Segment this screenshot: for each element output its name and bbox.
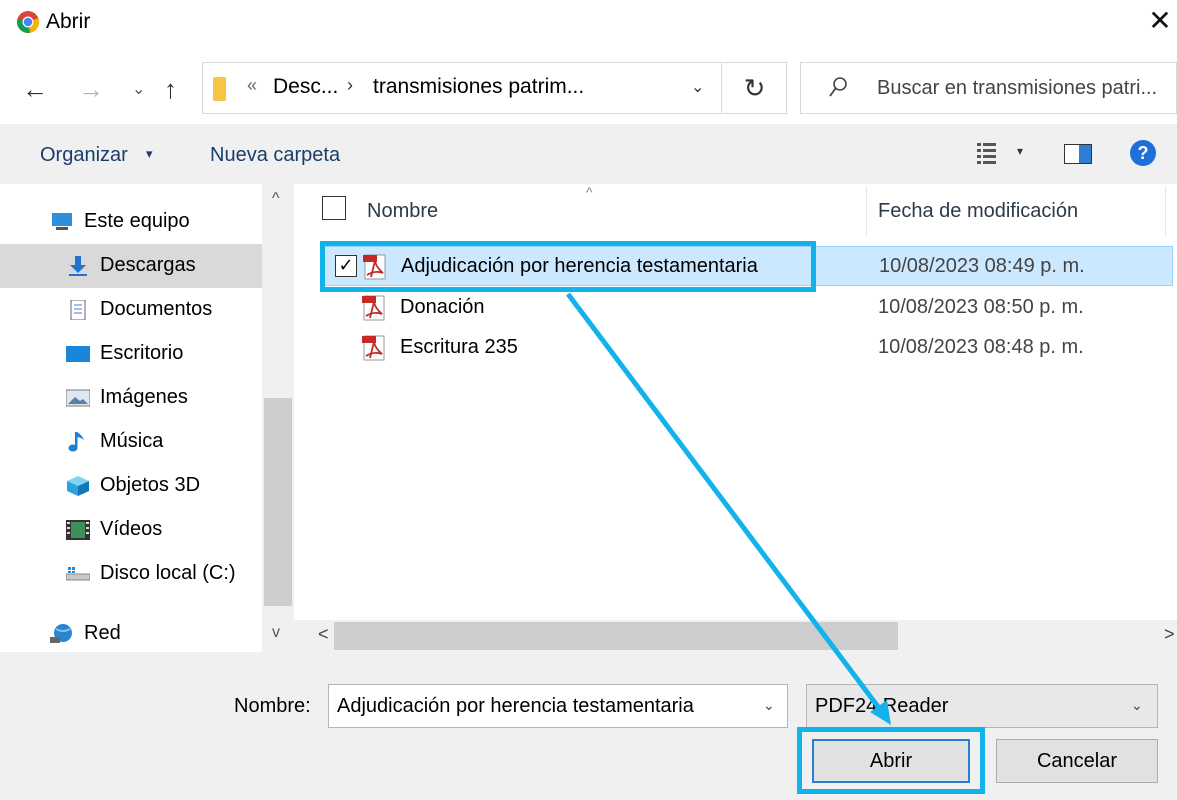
sidebar-scroll-down-icon[interactable]: v — [272, 624, 280, 642]
sidebar-item-objetos-3d[interactable]: Objetos 3D — [0, 464, 262, 508]
horizontal-scroll-thumb[interactable] — [334, 622, 898, 650]
file-name: Donación — [400, 296, 485, 318]
breadcrumb-segment-descargas[interactable]: Desc... — [273, 75, 338, 99]
forward-button[interactable]: → — [78, 74, 104, 104]
sidebar-item-videos[interactable]: Vídeos — [0, 508, 262, 552]
column-header-date[interactable]: Fecha de modificación — [878, 200, 1078, 223]
file-date: 10/08/2023 08:50 p. m. — [878, 296, 1084, 318]
help-icon[interactable]: ? — [1130, 140, 1156, 166]
sidebar-item-este-equipo[interactable]: Este equipo — [0, 200, 262, 244]
column-header-name[interactable]: Nombre — [367, 200, 438, 223]
sidebar-item-escritorio[interactable]: Escritorio — [0, 332, 262, 376]
sidebar-item-label: Disco local (C:) — [100, 562, 236, 584]
pdf-file-icon — [362, 335, 385, 361]
address-overflow-chevron[interactable]: « — [247, 75, 257, 96]
file-name-value: Adjudicación por herencia testamentaria — [337, 695, 694, 717]
annotation-highlight-open-button — [797, 727, 985, 794]
pictures-icon — [66, 389, 90, 407]
search-placeholder: Buscar en transmisiones patri... — [877, 77, 1158, 99]
address-dropdown-button[interactable]: ⌄ — [691, 77, 704, 97]
breadcrumb-separator[interactable]: › — [347, 75, 353, 96]
chevron-down-icon[interactable]: ⌄ — [1131, 697, 1143, 714]
search-icon — [829, 77, 847, 97]
file-row[interactable]: Donación 10/08/2023 08:50 p. m. — [320, 288, 1173, 328]
chrome-logo-icon — [17, 11, 40, 33]
sidebar-scroll-up-icon[interactable]: ^ — [272, 190, 280, 208]
sidebar-item-label: Red — [84, 622, 121, 644]
sidebar-item-label: Este equipo — [84, 210, 190, 232]
file-date: 10/08/2023 08:48 p. m. — [878, 336, 1084, 358]
close-button[interactable]: ✕ — [1146, 6, 1174, 36]
refresh-button[interactable]: ↻ — [723, 62, 787, 114]
sidebar-item-descargas[interactable]: Descargas — [0, 244, 262, 288]
scroll-left-icon[interactable]: < — [318, 624, 329, 645]
sidebar-item-disco-local[interactable]: Disco local (C:) — [0, 552, 262, 596]
sidebar-item-imagenes[interactable]: Imágenes — [0, 376, 262, 420]
view-dropdown-caret[interactable]: ▾ — [1017, 144, 1023, 158]
sidebar-item-red[interactable]: Red — [0, 612, 262, 656]
sidebar-item-musica[interactable]: Música — [0, 420, 262, 464]
dialog-title: Abrir — [46, 10, 91, 33]
breadcrumb-segment-current[interactable]: transmisiones patrim... — [373, 75, 584, 99]
scroll-right-icon[interactable]: > — [1164, 624, 1175, 645]
drive-icon — [66, 567, 90, 581]
organize-button[interactable]: Organizar — [40, 144, 128, 167]
sort-ascending-icon: ^ — [586, 184, 593, 200]
file-name: Escritura 235 — [400, 336, 518, 358]
column-divider[interactable] — [1165, 186, 1166, 236]
up-button[interactable]: ↑ — [164, 74, 177, 104]
downloads-icon — [69, 256, 87, 276]
view-options-icon[interactable] — [977, 142, 997, 164]
sidebar-item-label: Imágenes — [100, 386, 188, 408]
file-type-select[interactable]: PDF24 Reader ⌄ — [806, 684, 1158, 728]
network-icon — [50, 624, 72, 643]
cancel-button[interactable]: Cancelar — [996, 739, 1158, 783]
file-name-input[interactable]: Adjudicación por herencia testamentaria … — [328, 684, 788, 728]
sidebar-item-documentos[interactable]: Documentos — [0, 288, 262, 332]
3d-objects-icon — [67, 476, 89, 496]
navigation-pane: Este equipo Descargas Documentos Escrito… — [0, 184, 294, 654]
sidebar-item-label: Música — [100, 430, 164, 452]
computer-icon — [52, 213, 72, 230]
file-row[interactable]: Escritura 235 10/08/2023 08:48 p. m. — [320, 328, 1173, 368]
sidebar-item-label: Descargas — [100, 254, 196, 276]
sidebar-item-label: Objetos 3D — [100, 474, 201, 496]
file-type-value: PDF24 Reader — [815, 695, 949, 717]
pdf-file-icon — [362, 295, 385, 321]
preview-pane-icon[interactable] — [1064, 144, 1092, 164]
documents-icon — [70, 300, 86, 320]
videos-icon — [66, 520, 90, 540]
title-bar — [0, 0, 1177, 46]
select-all-checkbox[interactable] — [322, 196, 346, 220]
sidebar-item-label: Vídeos — [100, 518, 163, 540]
chevron-down-icon[interactable]: ⌄ — [763, 697, 775, 714]
search-input[interactable]: Buscar en transmisiones patri... — [800, 62, 1177, 114]
organize-caret-icon[interactable]: ▾ — [146, 146, 153, 162]
desktop-icon — [66, 346, 90, 362]
column-divider[interactable] — [866, 186, 867, 236]
sidebar-scroll-thumb[interactable] — [264, 398, 292, 606]
command-bar: Organizar ▾ Nueva carpeta ▾ ? — [0, 124, 1177, 184]
file-name-label: Nombre: — [234, 695, 311, 717]
music-icon — [68, 432, 84, 452]
sidebar-item-label: Escritorio — [100, 342, 184, 364]
file-date: 10/08/2023 08:49 p. m. — [879, 255, 1085, 277]
recent-locations-button[interactable]: ⌄ — [132, 79, 145, 99]
sidebar-item-label: Documentos — [100, 298, 213, 320]
back-button[interactable]: ← — [22, 74, 48, 104]
address-bar[interactable]: « Desc... › transmisiones patrim... ⌄ — [202, 62, 722, 114]
folder-icon — [213, 77, 226, 101]
new-folder-button[interactable]: Nueva carpeta — [210, 144, 340, 167]
annotation-highlight-file — [320, 241, 816, 292]
